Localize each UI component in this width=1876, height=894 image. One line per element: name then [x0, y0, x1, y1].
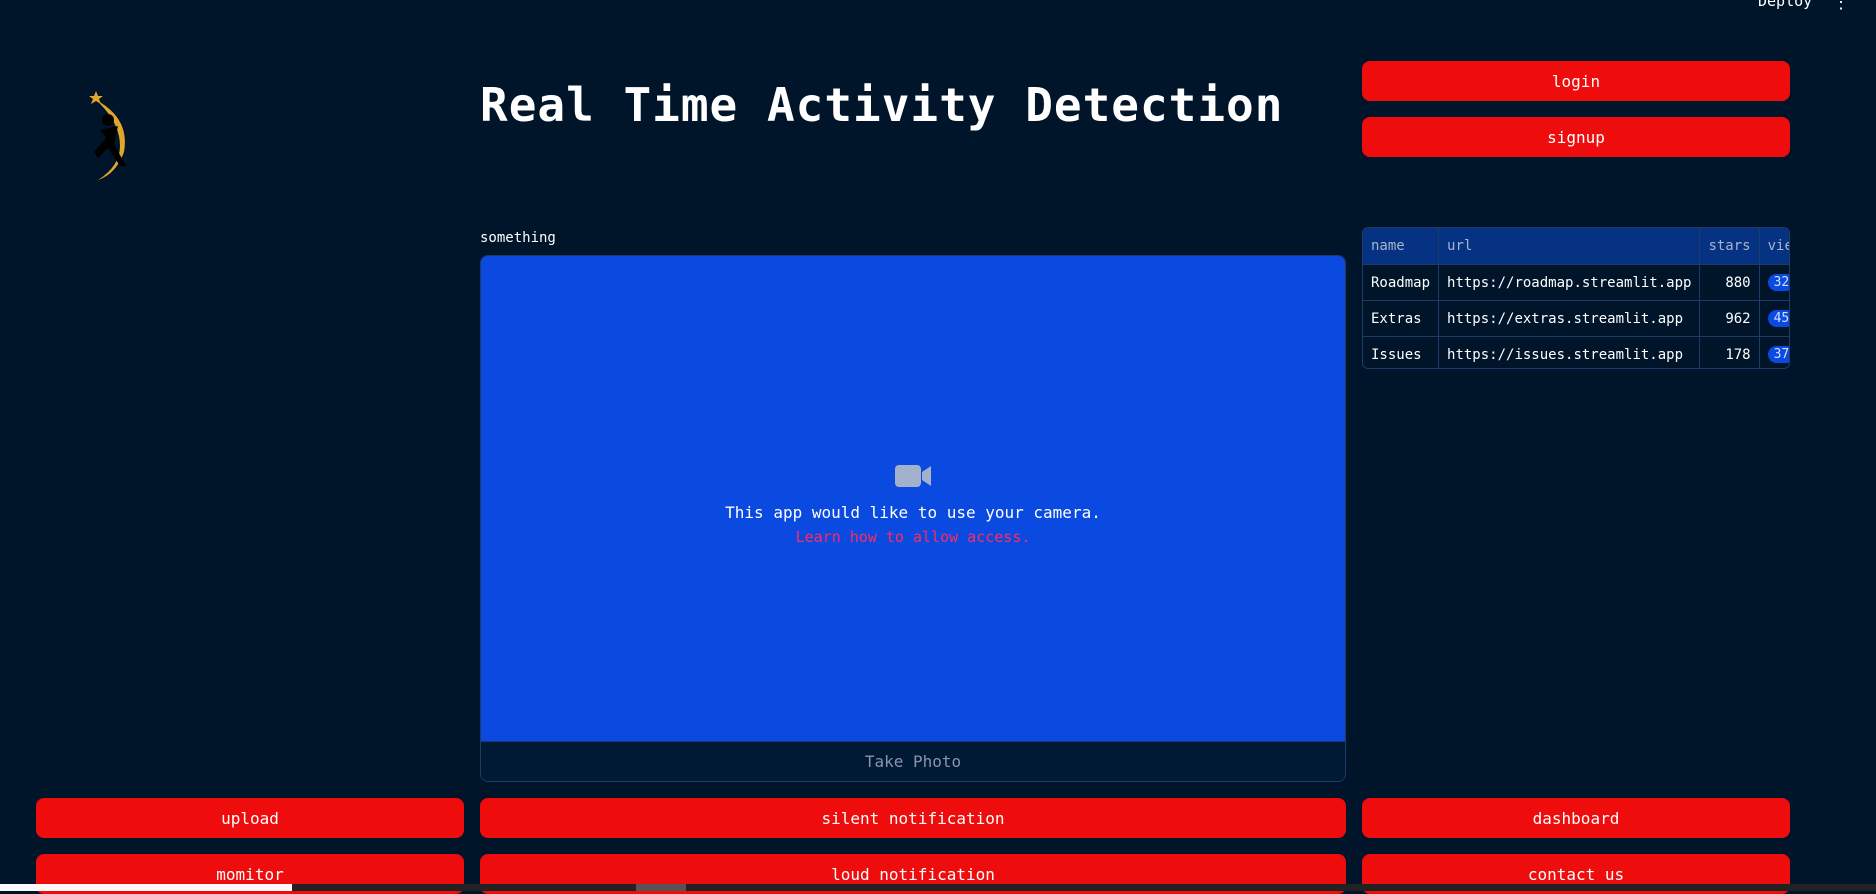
cell-url: https://issues.streamlit.app	[1438, 336, 1701, 368]
column-header-name[interactable]: name	[1363, 228, 1440, 265]
cell-name: Extras	[1363, 300, 1440, 337]
cell-name: Issues	[1363, 336, 1440, 368]
cell-stars: 962	[1699, 300, 1760, 337]
cell-views: 32	[1759, 264, 1789, 301]
data-table[interactable]: name url stars vie Roadmap https://roadm…	[1362, 227, 1790, 369]
silent-notification-button[interactable]: silent notification	[480, 798, 1346, 838]
upload-button[interactable]: upload	[36, 798, 464, 838]
column-header-views[interactable]: vie	[1759, 228, 1789, 265]
column-header-url[interactable]: url	[1438, 228, 1701, 265]
camera-label: something	[480, 230, 556, 246]
cell-views: 45	[1759, 300, 1789, 337]
video-camera-icon	[895, 465, 931, 487]
page-title: Real Time Activity Detection	[480, 78, 1284, 132]
column-header-stars[interactable]: stars	[1699, 228, 1760, 265]
table-row[interactable]: Issues https://issues.streamlit.app 178 …	[1363, 336, 1789, 368]
cell-url: https://roadmap.streamlit.app	[1438, 264, 1701, 301]
views-badge: 32	[1767, 274, 1789, 291]
camera-message: This app would like to use your camera.	[725, 503, 1101, 522]
deploy-button[interactable]: Deploy	[1758, 0, 1812, 10]
logo	[89, 91, 126, 180]
signup-button[interactable]: signup	[1362, 117, 1790, 157]
cell-name: Roadmap	[1363, 264, 1440, 301]
cell-views: 37	[1759, 336, 1789, 368]
views-badge: 37	[1767, 346, 1789, 363]
kebab-menu-icon[interactable]: ⋮	[1832, 0, 1850, 13]
taskbar-strip	[0, 884, 1876, 891]
table-row[interactable]: Roadmap https://roadmap.streamlit.app 88…	[1363, 264, 1789, 301]
dashboard-button[interactable]: dashboard	[1362, 798, 1790, 838]
table-header-row: name url stars vie	[1363, 228, 1789, 265]
cell-url: https://extras.streamlit.app	[1438, 300, 1701, 337]
take-photo-button[interactable]: Take Photo	[481, 741, 1345, 781]
camera-input: This app would like to use your camera. …	[480, 255, 1346, 782]
views-badge: 45	[1767, 310, 1789, 327]
camera-preview: This app would like to use your camera. …	[481, 256, 1345, 743]
login-button[interactable]: login	[1362, 61, 1790, 101]
cell-stars: 178	[1699, 336, 1760, 368]
cell-stars: 880	[1699, 264, 1760, 301]
table-row[interactable]: Extras https://extras.streamlit.app 962 …	[1363, 300, 1789, 337]
allow-access-link[interactable]: Learn how to allow access.	[796, 528, 1031, 546]
